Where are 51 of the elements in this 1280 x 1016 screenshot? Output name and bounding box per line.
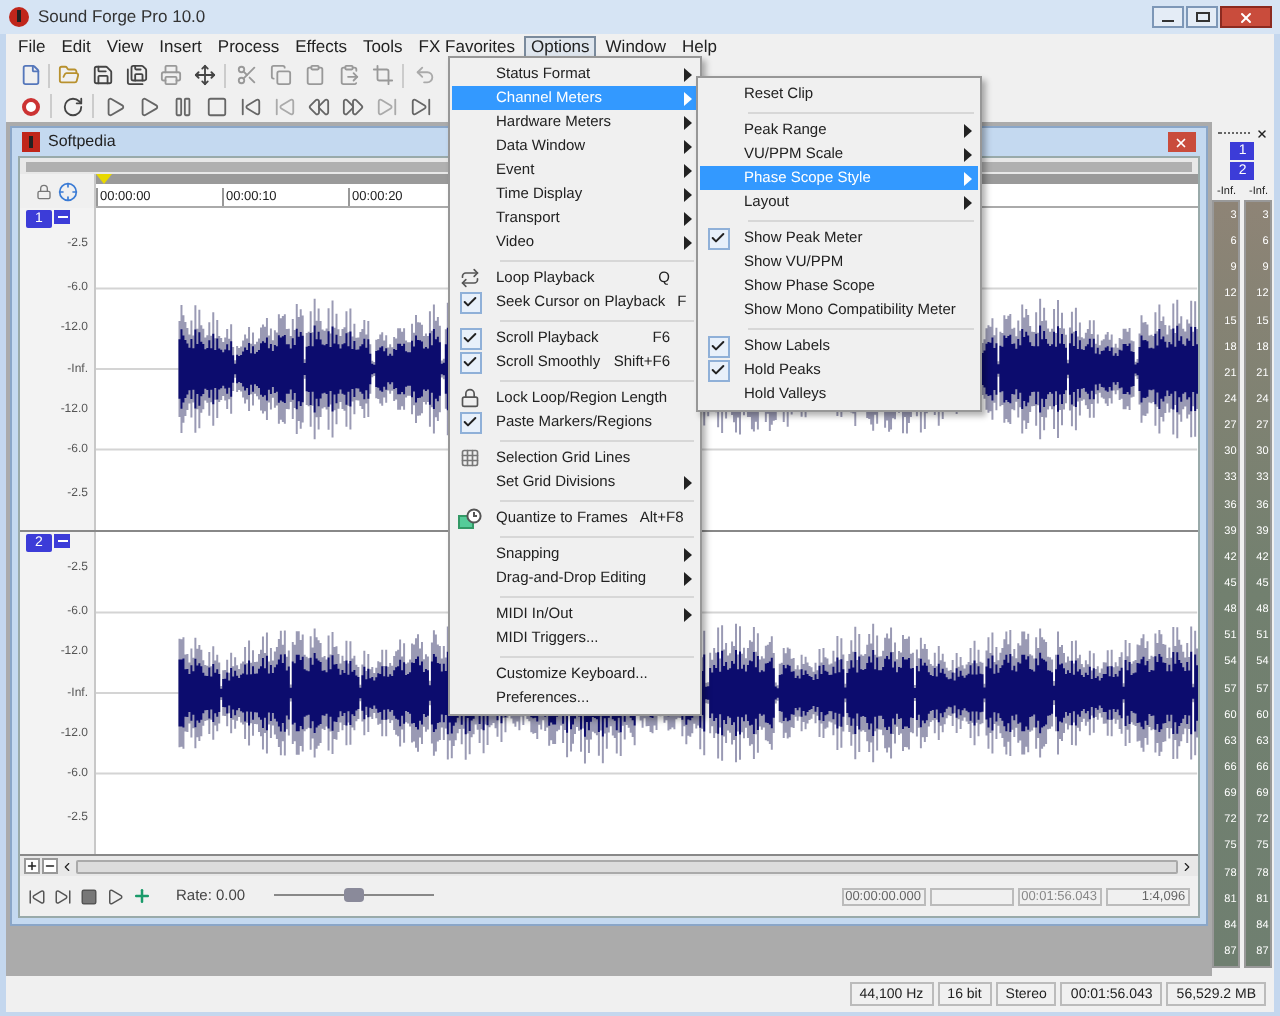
loop-icon — [460, 268, 480, 288]
scrollbar-thumb[interactable] — [76, 859, 1178, 873]
scroll-left-icon[interactable] — [60, 859, 74, 873]
grip-handle[interactable] — [1217, 132, 1250, 136]
close-icon — [1238, 9, 1254, 25]
data-window-title: Softpedia — [48, 130, 116, 154]
close-button[interactable] — [1220, 6, 1272, 28]
menu-bar-item[interactable]: Insert — [153, 35, 208, 57]
menu-bar-item[interactable]: FX Favorites — [412, 35, 521, 57]
app-logo-icon — [8, 6, 30, 28]
menu-bar-item[interactable]: Edit — [55, 35, 97, 57]
maximize-icon — [1195, 12, 1209, 22]
menu-bar-item[interactable]: Options — [524, 35, 596, 57]
plus-icon[interactable] — [132, 886, 152, 906]
window-title: Sound Forge Pro 10.0 — [38, 4, 206, 30]
minimize-icon — [1162, 20, 1174, 22]
minus-icon — [57, 216, 67, 218]
menu-bar-item[interactable]: View — [100, 35, 150, 57]
play-icon[interactable] — [106, 887, 124, 905]
crosshair-icon — [58, 181, 78, 201]
minus-icon — [57, 540, 67, 542]
zoom-in-button[interactable] — [24, 858, 40, 874]
menu-bar-item[interactable]: Tools — [356, 35, 409, 57]
stop-icon[interactable] — [80, 887, 98, 905]
zoom-out-button[interactable] — [42, 858, 58, 874]
maximize-button[interactable] — [1186, 6, 1218, 28]
collapse-button[interactable] — [54, 210, 70, 224]
menu-bar-item[interactable]: Help — [676, 35, 723, 57]
go-to-start-icon[interactable] — [28, 887, 46, 905]
submenu-arrow-icon — [684, 475, 692, 489]
document-icon — [22, 132, 40, 152]
grid-icon — [460, 448, 480, 468]
close-button[interactable] — [1167, 132, 1196, 152]
collapse-button[interactable] — [54, 534, 70, 548]
menu-bar-item[interactable]: Process — [211, 35, 286, 57]
close-icon[interactable] — [1256, 128, 1268, 140]
lock-icon — [36, 183, 52, 199]
go-to-end-icon[interactable] — [54, 887, 72, 905]
plus-icon — [26, 860, 38, 872]
menu-bar-item[interactable]: File — [12, 35, 52, 57]
empty-field — [929, 887, 1014, 905]
menu-bar-item[interactable]: Effects — [289, 35, 353, 57]
lock-icon — [460, 388, 480, 408]
submenu-arrow-icon — [684, 607, 692, 621]
minus-icon — [44, 860, 56, 872]
scroll-right-icon[interactable] — [1179, 859, 1194, 873]
minimize-button[interactable] — [1152, 6, 1184, 28]
quantize-icon — [458, 507, 482, 529]
menu-bar-item[interactable]: Window — [599, 35, 673, 57]
close-icon — [1174, 135, 1189, 149]
rate-slider[interactable] — [273, 886, 434, 906]
